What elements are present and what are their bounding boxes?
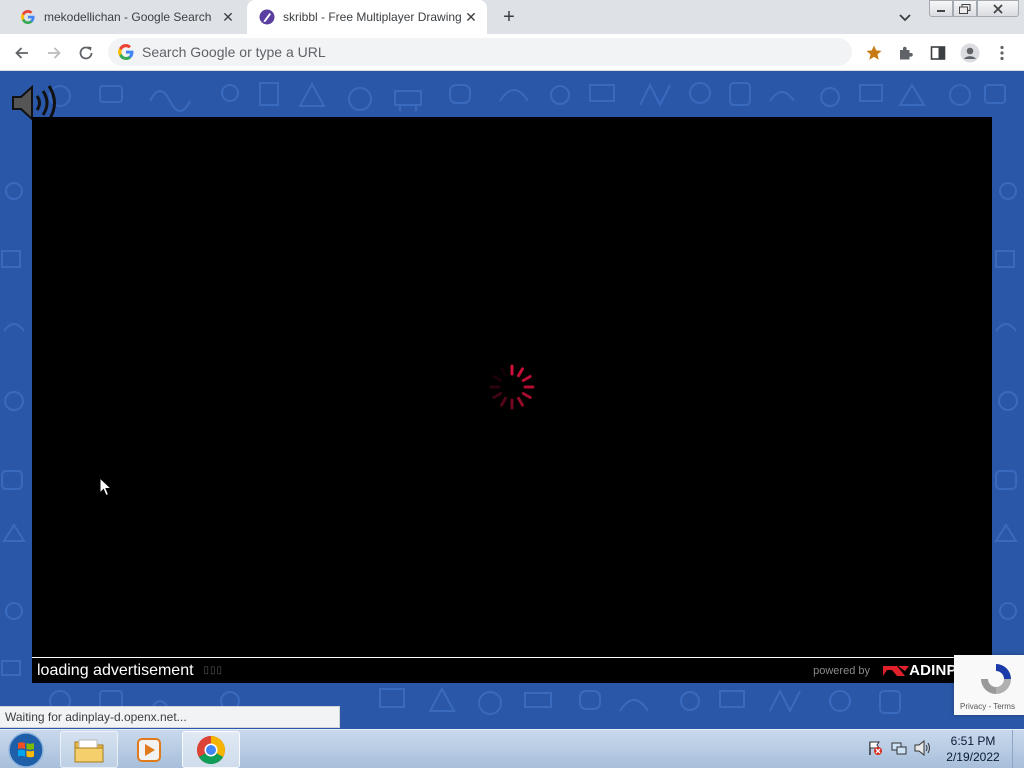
taskbar-explorer[interactable]	[60, 731, 118, 768]
status-bubble: Waiting for adinplay-d.openx.net...	[0, 706, 340, 728]
side-panel-icon[interactable]	[926, 41, 950, 65]
volume-icon[interactable]	[914, 739, 932, 757]
menu-kebab-icon[interactable]	[990, 41, 1014, 65]
tab-close-icon[interactable]: ✕	[218, 7, 238, 27]
ad-loading-text: loading advertisement	[37, 661, 194, 679]
address-bar[interactable]	[108, 38, 852, 66]
window-close-button[interactable]	[977, 0, 1019, 17]
start-button[interactable]	[4, 731, 48, 768]
tab-title: mekodellichan - Google Search	[44, 10, 212, 24]
windows-logo-icon	[8, 732, 44, 768]
google-g-icon	[118, 44, 134, 60]
page-viewport: loading advertisement ▯▯▯ powered by ADI…	[0, 71, 1024, 729]
clock-date: 2/19/2022	[946, 750, 1000, 764]
tab-strip: mekodellichan - Google Search ✕ skribbl …	[0, 0, 1024, 34]
ad-overlay	[32, 117, 992, 682]
recaptcha-badge[interactable]: Privacy - Terms	[954, 655, 1024, 715]
windows-taskbar: 6:51 PM 2/19/2022	[0, 729, 1024, 768]
clock-time: 6:51 PM	[950, 734, 996, 748]
tab-google-search[interactable]: mekodellichan - Google Search ✕	[8, 0, 244, 34]
tab-close-icon[interactable]: ✕	[461, 7, 481, 27]
new-tab-button[interactable]: +	[498, 6, 520, 28]
system-clock[interactable]: 6:51 PM 2/19/2022	[938, 733, 1008, 765]
loading-spinner-icon	[489, 364, 535, 410]
restore-button[interactable]	[953, 0, 977, 17]
skribbl-pen-icon	[259, 9, 275, 25]
minimize-button[interactable]	[929, 0, 953, 17]
network-icon[interactable]	[890, 739, 908, 757]
extensions-icon[interactable]	[894, 41, 918, 65]
address-input[interactable]	[142, 44, 742, 60]
folder-icon	[74, 739, 104, 762]
tab-skribbl[interactable]: skribbl - Free Multiplayer Drawing ✕	[247, 0, 487, 34]
powered-by-label: powered by	[813, 664, 870, 677]
profile-avatar-icon[interactable]	[958, 41, 982, 65]
show-desktop-button[interactable]	[1012, 730, 1024, 768]
loading-dots-icon: ▯▯▯	[203, 665, 224, 676]
media-player-icon	[137, 737, 161, 762]
mouse-cursor-icon	[99, 477, 113, 497]
browser-toolbar	[0, 34, 1024, 71]
reload-icon[interactable]	[74, 41, 98, 65]
recaptcha-icon	[981, 664, 1011, 694]
ad-footer: loading advertisement ▯▯▯ powered by ADI…	[32, 657, 992, 683]
taskbar-media-player[interactable]	[120, 731, 178, 768]
adinplay-mark-icon	[883, 665, 910, 676]
tab-title: skribbl - Free Multiplayer Drawing	[283, 10, 461, 24]
recaptcha-terms-link[interactable]: Privacy - Terms	[960, 702, 1015, 711]
star-icon[interactable]	[862, 41, 886, 65]
action-center-flag-icon[interactable]	[866, 739, 884, 757]
chrome-icon	[197, 735, 225, 764]
back-arrow-icon[interactable]	[10, 41, 34, 65]
taskbar-chrome[interactable]	[182, 731, 240, 768]
chevron-down-icon[interactable]	[896, 8, 914, 26]
forward-arrow-icon[interactable]	[42, 41, 66, 65]
google-g-icon	[20, 9, 36, 25]
